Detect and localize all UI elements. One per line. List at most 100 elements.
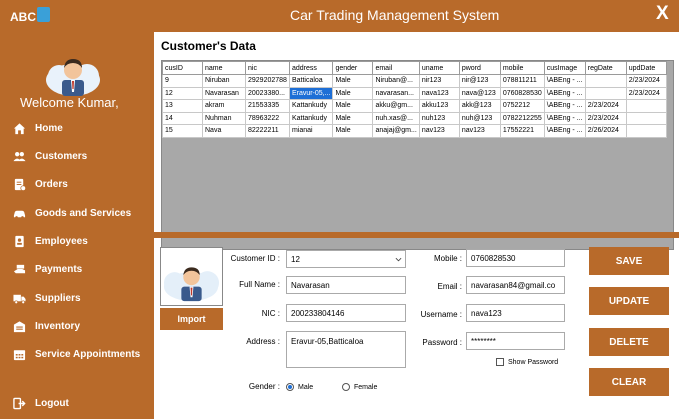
table-cell[interactable]: 0752212	[499, 99, 545, 113]
table-cell[interactable]: nuh.xas@...	[372, 111, 420, 125]
column-header[interactable]: updDate	[625, 61, 667, 75]
table-cell[interactable]: 2/23/2024	[625, 86, 667, 100]
table-cell[interactable]: \ABEng - ...	[543, 99, 586, 113]
table-cell[interactable]: Eravur-05,...	[288, 86, 334, 100]
table-cell[interactable]: nir123	[418, 74, 460, 88]
save-button[interactable]: SAVE	[589, 247, 669, 275]
table-cell[interactable]: 13	[162, 99, 203, 113]
table-cell[interactable]: akk@123	[458, 99, 501, 113]
password-input[interactable]: ********	[466, 332, 565, 350]
gender-male-radio[interactable]: Male	[286, 383, 313, 391]
table-cell[interactable]: 0782212255	[499, 111, 545, 125]
table-cell[interactable]: 20023380...	[245, 86, 290, 100]
close-icon[interactable]: X	[656, 3, 669, 25]
table-cell[interactable]: 14	[162, 111, 203, 125]
table-cell[interactable]: 2/26/2024	[584, 124, 627, 138]
table-row[interactable]: 13 akram 21553335 Kattankudy Male akku@gm... a…	[162, 99, 667, 113]
table-cell[interactable]: navarasan...	[372, 86, 420, 100]
table-cell[interactable]: 078811211	[499, 74, 545, 88]
table-cell[interactable]: 2/23/2024	[584, 111, 627, 125]
table-cell[interactable]	[584, 86, 627, 100]
table-cell[interactable]: 0760828530	[499, 86, 545, 100]
table-cell[interactable]: Nava	[202, 124, 246, 138]
table-cell[interactable]: mianai	[288, 124, 334, 138]
customer-id-select[interactable]: 12	[286, 250, 406, 268]
table-cell[interactable]: Niruban	[202, 74, 246, 88]
delete-button[interactable]: DELETE	[589, 328, 669, 356]
table-cell[interactable]: \ABEng - ...	[543, 111, 586, 125]
mobile-input[interactable]: 0760828530	[466, 249, 565, 267]
column-header[interactable]: mobile	[499, 61, 545, 75]
table-cell[interactable]: 9	[162, 74, 203, 88]
table-cell[interactable]: Male	[332, 99, 374, 113]
table-cell[interactable]: \ABEng - ...	[543, 86, 586, 100]
table-row[interactable]: 9 Niruban 2929202788 Batticaloa Male Niruban@…	[162, 74, 667, 88]
username-input[interactable]: nava123	[466, 304, 565, 322]
column-header[interactable]: uname	[418, 61, 460, 75]
table-cell[interactable]	[625, 99, 667, 113]
nav-suppliers[interactable]: Suppliers	[12, 289, 81, 307]
table-cell[interactable]: anajaj@gm...	[372, 124, 420, 138]
table-row[interactable]: 15 Nava 82222211 mianai Male anajaj@gm... nav1…	[162, 124, 667, 138]
table-row[interactable]: 12 Navarasan 20023380... Eravur-05,... Male n…	[162, 86, 667, 100]
table-cell[interactable]: 21553335	[245, 99, 290, 113]
nav-home[interactable]: Home	[12, 119, 63, 137]
table-cell[interactable]: Kattankudy	[288, 99, 334, 113]
table-cell[interactable]: nuh@123	[458, 111, 501, 125]
column-header[interactable]: nic	[245, 61, 290, 75]
table-cell[interactable]: 12	[162, 86, 203, 100]
table-cell[interactable]: akku@gm...	[372, 99, 420, 113]
nic-input[interactable]: 200233804146	[286, 304, 406, 322]
table-cell[interactable]	[584, 74, 627, 88]
nav-payments[interactable]: Payments	[12, 260, 82, 278]
table-row[interactable]: 14 Nuhman 78963222 Kattankudy Male nuh.xas@..…	[162, 111, 667, 125]
import-button[interactable]: Import	[160, 308, 223, 330]
table-cell[interactable]: 2929202788	[245, 74, 290, 88]
show-password-checkbox[interactable]: Show Password	[496, 358, 558, 366]
table-cell[interactable]: Male	[332, 74, 374, 88]
table-cell[interactable]: Nuhman	[202, 111, 246, 125]
column-header[interactable]: cusImage	[543, 61, 586, 75]
gender-female-radio[interactable]: Female	[342, 383, 377, 391]
nav-customers[interactable]: Customers	[12, 147, 87, 165]
column-header[interactable]: regDate	[584, 61, 627, 75]
table-cell[interactable]: 15	[162, 124, 203, 138]
table-cell[interactable]: nav123	[458, 124, 501, 138]
nav-orders[interactable]: Orders	[12, 175, 68, 193]
column-header[interactable]: cusID	[162, 61, 203, 75]
nav-inventory[interactable]: Inventory	[12, 317, 80, 335]
table-cell[interactable]: nava@123	[458, 86, 501, 100]
nav-employees[interactable]: Employees	[12, 232, 88, 250]
column-header[interactable]: email	[372, 61, 420, 75]
table-cell[interactable]: nava123	[418, 86, 460, 100]
table-cell[interactable]: Batticaloa	[288, 74, 334, 88]
table-cell[interactable]: Kattankudy	[288, 111, 334, 125]
nav-service-appointments[interactable]: Service Appointments	[12, 345, 140, 363]
table-cell[interactable]: Male	[332, 124, 374, 138]
customer-data-grid[interactable]: cusID name nic address gender email uname pword…	[161, 60, 674, 250]
table-cell[interactable]: nav123	[418, 124, 460, 138]
column-header[interactable]: pword	[458, 61, 501, 75]
table-cell[interactable]: Male	[332, 111, 374, 125]
table-cell[interactable]: 78963222	[245, 111, 290, 125]
table-cell[interactable]: 82222211	[245, 124, 290, 138]
table-cell[interactable]: \ABEng - ...	[543, 74, 586, 88]
table-cell[interactable]	[625, 124, 667, 138]
table-cell[interactable]	[625, 111, 667, 125]
table-cell[interactable]: nir@123	[458, 74, 501, 88]
table-cell[interactable]: akku123	[418, 99, 460, 113]
table-cell[interactable]: Navarasan	[202, 86, 246, 100]
table-cell[interactable]: Male	[332, 86, 374, 100]
nav-logout[interactable]: Logout	[12, 394, 69, 412]
table-cell[interactable]: 17552221	[499, 124, 545, 138]
update-button[interactable]: UPDATE	[589, 287, 669, 315]
address-input[interactable]: Eravur-05,Batticaloa	[286, 331, 406, 368]
table-cell[interactable]: 2/23/2024	[584, 99, 627, 113]
table-cell[interactable]: nuh123	[418, 111, 460, 125]
column-header[interactable]: gender	[332, 61, 374, 75]
full-name-input[interactable]: Navarasan	[286, 276, 406, 294]
column-header[interactable]: name	[202, 61, 246, 75]
nav-goods-and-services[interactable]: Goods and Services	[12, 204, 131, 222]
column-header[interactable]: address	[288, 61, 334, 75]
clear-button[interactable]: CLEAR	[589, 368, 669, 396]
